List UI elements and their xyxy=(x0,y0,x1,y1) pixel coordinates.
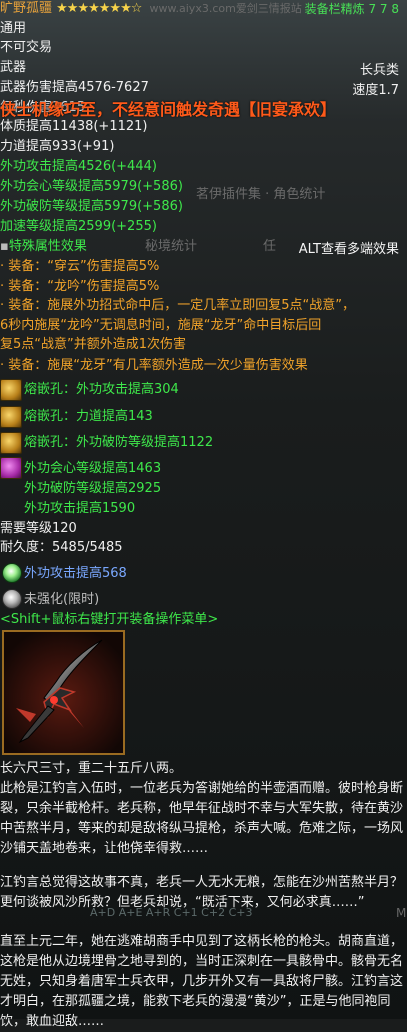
strengthen-orb-icon xyxy=(2,589,22,609)
weapon-speed: 速度1.7 xyxy=(352,83,399,98)
ghost-tab-any: 任 xyxy=(263,239,277,254)
watermark-text: www.aiyx3.com爱剑三情报站 xyxy=(149,2,302,15)
top-right-info: 装备栏精炼 7 7 8 xyxy=(304,2,399,16)
gem-socket-icon xyxy=(0,432,22,454)
shift-hint: <Shift+鼠标右键打开装备操作菜单> xyxy=(0,612,219,627)
gem-socket-3: 熔嵌孔：外功破防等级提高1122 xyxy=(24,435,214,450)
stat-critical: 外功会心等级提高5979(+586) xyxy=(0,179,183,194)
item-name: 旷野孤疆 xyxy=(0,1,53,16)
desc-origin: 此枪是江钓言入伍时，一位老兵为答谢她给的半壶酒而赠。彼时枪身断裂，只余半截枪杆。… xyxy=(0,781,404,856)
special-line: · 装备：“穿云”伤害提高5% xyxy=(0,259,160,274)
durability: 耐久度：5485/5485 xyxy=(0,540,123,555)
stat-overcome: 外功破防等级提高5979(+586) xyxy=(0,199,183,214)
colored-gem-line: 外功攻击提高1590 xyxy=(24,501,136,516)
spear-icon xyxy=(4,632,123,753)
special-line: · 装备：施展外功招式命中后，一定几率立即回复5点“战意”， xyxy=(0,298,356,313)
quality-stars: ★★★★★★★☆ xyxy=(56,1,142,16)
item-type: 武器 xyxy=(0,60,27,75)
ghost-keybind-row: A+D A+E A+R C+1 C+2 C+3 xyxy=(90,906,253,919)
binding-text: 通用 xyxy=(0,21,27,36)
item-title-row: 旷野孤疆 ★★★★★★★☆ www.aiyx3.com爱剑三情报站 xyxy=(0,0,302,18)
stat-attack: 外功攻击提高4526(+444) xyxy=(0,159,157,174)
gem-socket-icon xyxy=(0,379,22,401)
desc-truth: 直至上元二年，她在逃难胡商手中见到了这柄长枪的枪头。胡商直道，这枪是他从边境埋骨… xyxy=(0,934,404,1029)
colored-gem-line: 外功破防等级提高2925 xyxy=(24,481,162,496)
special-line: 复5点“战意”并额外造成1次伤害 xyxy=(0,337,187,352)
strengthen-status: 未强化(限时) xyxy=(24,592,100,607)
stat-strength: 力道提高933(+91) xyxy=(0,139,115,154)
weapon-class: 长兵类 xyxy=(359,63,399,78)
ghost-plugin-title: 茗伊插件集 · 角色统计 xyxy=(196,187,326,202)
item-tooltip: 旷野孤疆 ★★★★★★★☆ www.aiyx3.com爱剑三情报站 装备栏精炼 … xyxy=(0,0,407,1029)
colored-gem-line: 外功会心等级提高1463 xyxy=(24,461,162,476)
ghost-m-letter: M xyxy=(396,906,407,920)
gem-socket-2: 熔嵌孔：力道提高143 xyxy=(24,409,153,424)
enchant-orb-icon xyxy=(2,563,22,583)
special-icon: ▪ xyxy=(0,239,9,254)
gem-socket-icon xyxy=(0,406,22,428)
weapon-spear-image xyxy=(2,630,125,755)
colored-gem-icon xyxy=(0,457,22,479)
alt-hint: ALT查看多端效果 xyxy=(298,242,399,257)
special-line: · 装备：“龙吟”伤害提高5% xyxy=(0,279,160,294)
weapon-damage: 武器伤害提高4576-7627 xyxy=(0,80,149,95)
stat-constitution: 体质提高11438(+1121) xyxy=(0,119,148,134)
required-level: 需要等级120 xyxy=(0,521,77,536)
special-line: 6秒内施展“龙吟”无调息时间，施展“龙牙”命中目标后回 xyxy=(0,318,322,333)
trade-text: 不可交易 xyxy=(0,40,53,55)
stat-haste: 加速等级提高2599(+255) xyxy=(0,219,157,234)
desc-size: 长六尺三寸，重二十五斤八两。 xyxy=(0,761,183,776)
gem-socket-1: 熔嵌孔：外功攻击提高304 xyxy=(24,382,179,397)
special-line: · 装备：施展“龙牙”有几率额外造成一次少量伤害效果 xyxy=(0,358,308,373)
enchant-attack: 外功攻击提高568 xyxy=(24,566,127,581)
special-header: ▪特殊属性效果 xyxy=(0,239,87,254)
ghost-tab-stats: 秘境统计 xyxy=(145,239,198,254)
